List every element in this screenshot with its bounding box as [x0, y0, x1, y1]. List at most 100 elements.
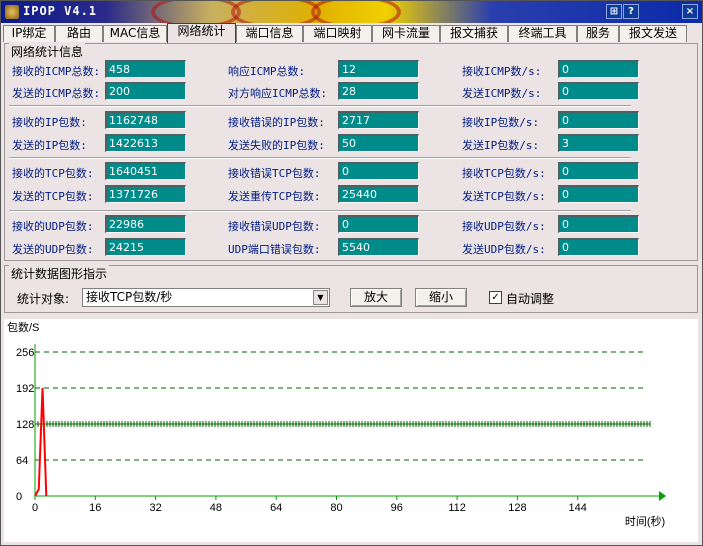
icmp-send-rate-value: 0 [558, 82, 639, 100]
app-icon [5, 5, 19, 19]
icmp-peer-reply-value: 28 [338, 82, 419, 100]
auto-adjust-label: 自动调整 [506, 292, 555, 306]
x-axis-arrow [659, 491, 666, 501]
tab-strip: IP绑定 路由 MAC信息 网络统计 端口信息 端口映射 网卡流量 报文捕获 终… [3, 23, 702, 43]
stat-label: 接收TCP包数/s: [462, 167, 546, 180]
tab-packet-capture[interactable]: 报文捕获 [440, 25, 508, 42]
tab-mac-info[interactable]: MAC信息 [103, 25, 167, 42]
graph-controls-title: 统计数据图形指示 [9, 265, 110, 282]
tab-route[interactable]: 路由 [55, 25, 103, 42]
tab-service[interactable]: 服务 [577, 25, 619, 42]
window-title: IPOP V4.1 [23, 4, 98, 18]
udp-recv-value: 22986 [105, 215, 186, 233]
tcp-recv-value: 1640451 [105, 162, 186, 180]
stat-label: 发送的IP包数: [12, 139, 87, 152]
main-window: IPOP V4.1 ⊞ ? × IP绑定 路由 MAC信息 网络统计 端口信息 … [0, 0, 703, 546]
stat-label: 发送的TCP包数: [12, 190, 94, 203]
stat-label: 接收错误的IP包数: [228, 116, 325, 129]
stat-label: 响应ICMP总数: [228, 65, 306, 78]
x-tick-label: 128 [508, 502, 526, 514]
udp-recv-error-value: 0 [338, 215, 419, 233]
udp-recv-rate-value: 0 [558, 215, 639, 233]
y-tick-label: 192 [16, 383, 34, 395]
tab-port-info[interactable]: 端口信息 [236, 25, 303, 42]
stat-label: 发送重传TCP包数: [228, 190, 321, 203]
x-tick-label: 144 [569, 502, 587, 514]
tab-nic-traffic[interactable]: 网卡流量 [372, 25, 440, 42]
ip-recv-value: 1162748 [105, 111, 186, 129]
stat-label: 接收的UDP包数: [12, 220, 94, 233]
stat-label: 发送TCP包数/s: [462, 190, 546, 203]
ip-send-value: 1422613 [105, 134, 186, 152]
stat-object-selected: 接收TCP包数/秒 [86, 290, 173, 304]
y-axis-label: 包数/S [7, 321, 39, 334]
zoom-out-button[interactable]: 缩小 [415, 288, 467, 307]
y-tick-label: 256 [16, 347, 34, 359]
x-tick-label: 80 [330, 502, 342, 514]
udp-send-value: 24215 [105, 238, 186, 256]
y-tick-label: 128 [16, 419, 34, 431]
chart-area: 包数/S 256 192 128 64 0 0 16 32 48 64 80 96 112 128 144 时间… [4, 319, 698, 542]
restore-button[interactable]: ⊞ [606, 4, 622, 19]
tcp-retrans-value: 25440 [338, 185, 419, 203]
tcp-send-rate-value: 0 [558, 185, 639, 203]
divider [9, 105, 631, 107]
stat-label: 对方响应ICMP总数: [228, 87, 328, 100]
x-tick-label: 112 [448, 502, 466, 514]
tab-terminal-tools[interactable]: 终端工具 [508, 25, 577, 42]
title-bar[interactable]: IPOP V4.1 ⊞ ? × [1, 1, 702, 23]
tab-port-mapping[interactable]: 端口映射 [303, 25, 372, 42]
icmp-reply-total-value: 12 [338, 60, 419, 78]
stat-label: 发送失败的IP包数: [228, 139, 325, 152]
stat-label: UDP端口错误包数: [228, 243, 321, 256]
stat-label: 接收UDP包数/s: [462, 220, 546, 233]
series-line [34, 387, 48, 497]
stat-label: 发送的ICMP总数: [12, 87, 101, 100]
auto-adjust-checkbox[interactable]: ✓ [489, 291, 502, 304]
stat-label: 接收的ICMP总数: [12, 65, 101, 78]
icmp-send-total-value: 200 [105, 82, 186, 100]
net-stats-title: 网络统计信息 [9, 43, 86, 60]
tab-packet-send[interactable]: 报文发送 [619, 25, 687, 42]
ip-send-rate-value: 3 [558, 134, 639, 152]
y-tick-label: 0 [16, 491, 22, 503]
ip-recv-rate-value: 0 [558, 111, 639, 129]
divider [9, 157, 631, 159]
icmp-recv-rate-value: 0 [558, 60, 639, 78]
stat-label: 发送UDP包数/s: [462, 243, 546, 256]
tcp-send-value: 1371726 [105, 185, 186, 203]
udp-port-error-value: 5540 [338, 238, 419, 256]
stat-label: 发送IP包数/s: [462, 139, 540, 152]
stat-label: 接收IP包数/s: [462, 116, 540, 129]
help-button[interactable]: ? [623, 4, 639, 19]
stat-label: 接收的IP包数: [12, 116, 87, 129]
stat-object-select[interactable]: 接收TCP包数/秒 ▼ [82, 288, 330, 307]
x-tick-label: 48 [210, 502, 222, 514]
udp-send-rate-value: 0 [558, 238, 639, 256]
icmp-recv-total-value: 458 [105, 60, 186, 78]
y-tick-label: 64 [16, 455, 28, 467]
chevron-down-icon[interactable]: ▼ [313, 290, 328, 305]
x-tick-label: 64 [270, 502, 282, 514]
x-tick-label: 96 [391, 502, 403, 514]
close-button[interactable]: × [682, 4, 698, 19]
stat-label: 接收的TCP包数: [12, 167, 94, 180]
stat-label: 发送的UDP包数: [12, 243, 94, 256]
ip-send-fail-value: 50 [338, 134, 419, 152]
tcp-recv-error-value: 0 [338, 162, 419, 180]
tab-net-stats[interactable]: 网络统计 [167, 23, 236, 43]
x-tick-label: 16 [89, 502, 101, 514]
stat-label: 发送ICMP数/s: [462, 87, 542, 100]
x-axis-label: 时间(秒) [625, 514, 665, 528]
x-tick-label: 0 [32, 502, 38, 514]
zoom-in-button[interactable]: 放大 [350, 288, 402, 307]
x-tick-label: 32 [149, 502, 161, 514]
tcp-recv-rate-value: 0 [558, 162, 639, 180]
stat-label: 接收错误TCP包数: [228, 167, 321, 180]
stat-object-label: 统计对象: [17, 292, 70, 306]
stat-label: 接收ICMP数/s: [462, 65, 542, 78]
ip-recv-error-value: 2717 [338, 111, 419, 129]
stat-label: 接收错误UDP包数: [228, 220, 321, 233]
traffic-chart: 包数/S 256 192 128 64 00 16 32 48 64 80 96 112 128 144 时间… [7, 321, 666, 528]
tab-ip-binding[interactable]: IP绑定 [3, 25, 55, 42]
